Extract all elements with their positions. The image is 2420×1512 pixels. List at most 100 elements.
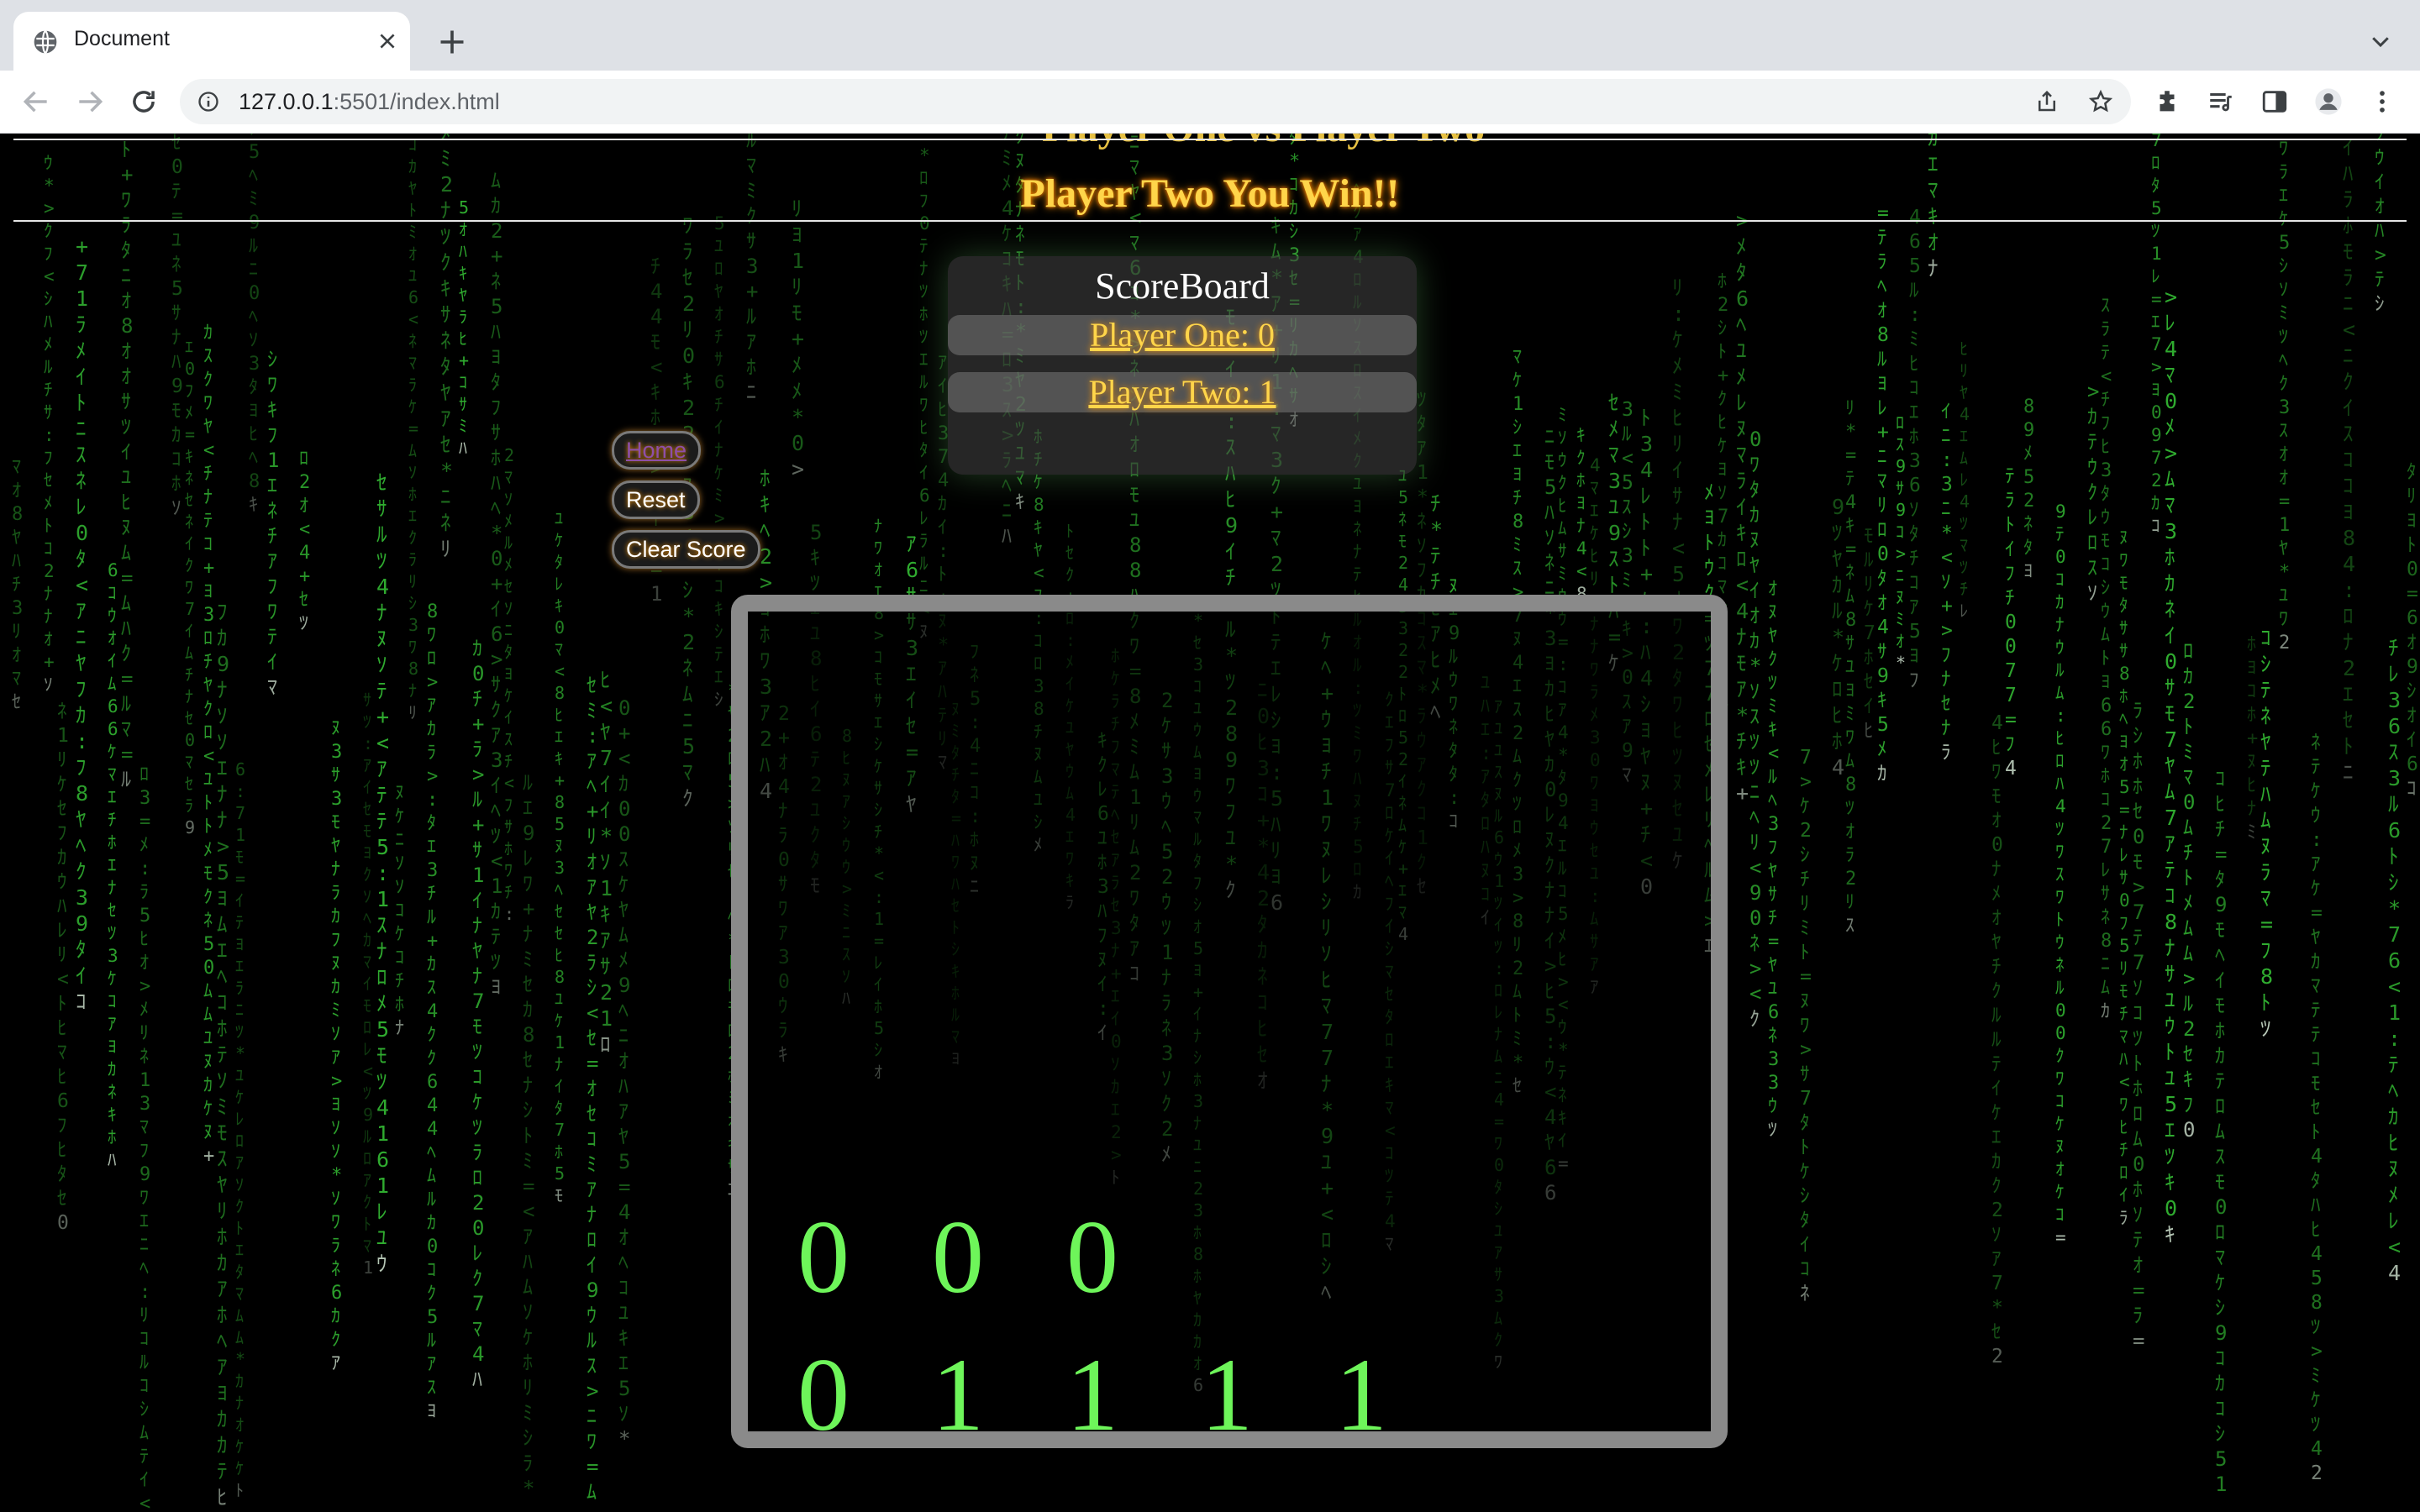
svg-text:ｶ: ｶ xyxy=(523,998,533,1021)
svg-text:ｸ: ｸ xyxy=(185,555,193,575)
svg-text:ﾓ: ﾓ xyxy=(1991,785,2002,807)
board-cell[interactable]: 1 xyxy=(1294,1332,1428,1458)
svg-text::: : xyxy=(44,425,55,445)
svg-text:>: > xyxy=(2087,380,2099,403)
svg-text:ﾐ: ﾐ xyxy=(1512,535,1522,556)
svg-text:ﾎ: ﾎ xyxy=(108,1127,117,1147)
tab-search-chevron-icon[interactable] xyxy=(2368,29,2393,54)
svg-text:ﾄ: ﾄ xyxy=(523,1124,533,1147)
svg-text:1: 1 xyxy=(600,1006,613,1031)
svg-text:6: 6 xyxy=(2407,607,2418,629)
svg-text:ﾑ: ﾑ xyxy=(185,643,193,663)
svg-text:ﾑ: ﾑ xyxy=(121,591,131,615)
reset-button[interactable]: Reset xyxy=(612,480,700,519)
close-tab-icon[interactable] xyxy=(376,30,398,52)
board-cell[interactable]: 1 xyxy=(891,1332,1025,1458)
media-playlist-icon[interactable] xyxy=(2207,87,2235,116)
svg-text:ﾛ: ﾛ xyxy=(299,449,308,470)
svg-text:ｶ: ｶ xyxy=(427,719,436,740)
svg-text:9: 9 xyxy=(618,974,630,997)
svg-text:ｳ: ｳ xyxy=(57,871,67,893)
reload-icon[interactable] xyxy=(128,86,160,118)
svg-text:2: 2 xyxy=(682,630,695,654)
svg-text:ｺ: ｺ xyxy=(2101,554,2110,575)
address-bar[interactable]: 127.0.0.1:5501/index.html xyxy=(180,79,2131,124)
svg-text:ﾕ: ﾕ xyxy=(408,265,417,286)
svg-text:ﾃ: ﾃ xyxy=(1353,564,1362,585)
svg-text:ﾍ: ﾍ xyxy=(1002,474,1012,497)
player-two-score-row: Player Two: 1 xyxy=(948,372,1417,412)
board-cell[interactable]: 1 xyxy=(1160,1332,1294,1458)
svg-text:ﾕ: ﾕ xyxy=(555,989,563,1009)
svg-text:ﾐ: ﾐ xyxy=(1845,704,1854,725)
svg-text:ﾆ: ﾆ xyxy=(139,1235,149,1256)
back-icon[interactable] xyxy=(20,86,52,118)
svg-text:ﾙ: ﾙ xyxy=(249,236,258,257)
svg-text:ﾓ: ﾓ xyxy=(472,1015,482,1038)
profile-avatar-icon[interactable] xyxy=(2314,87,2343,116)
svg-text:1: 1 xyxy=(376,1121,389,1146)
svg-text:ｳ: ｳ xyxy=(2087,455,2097,479)
svg-text:ｺ: ｺ xyxy=(2215,1347,2225,1370)
rain-column: ﾑｶ2+ﾈ5ﾊﾖﾀﾌｻﾎﾊﾍ*0+ｲ6>ｻｸｱ3ｲﾍﾂ<1ｶﾃﾂﾖ xyxy=(491,169,502,999)
svg-text:ｿ: ｿ xyxy=(408,462,417,482)
board-cell[interactable]: 0 xyxy=(756,1194,891,1320)
svg-text:ｱ: ｱ xyxy=(1736,677,1747,701)
svg-text:+: + xyxy=(792,327,804,351)
forward-icon[interactable] xyxy=(74,86,106,118)
bookmark-star-icon[interactable] xyxy=(2088,89,2113,114)
board-cell[interactable]: 0 xyxy=(756,1332,891,1458)
svg-text:ｹ: ｹ xyxy=(714,463,723,483)
svg-text:>: > xyxy=(1800,771,1812,793)
svg-text:ｶ: ｶ xyxy=(76,703,87,727)
browser-tab[interactable]: Document xyxy=(13,12,410,71)
board-cell[interactable]: 0 xyxy=(891,1194,1025,1320)
svg-text:ﾍ: ﾍ xyxy=(618,1251,629,1274)
extensions-icon[interactable] xyxy=(2153,87,2181,116)
svg-text:ﾅ: ﾅ xyxy=(919,259,929,279)
svg-text:ｲ: ｲ xyxy=(139,1470,149,1491)
clear-score-button[interactable]: Clear Score xyxy=(612,530,760,569)
svg-text:ｿ: ｿ xyxy=(331,1142,340,1163)
svg-text:ﾊ: ﾊ xyxy=(2119,1049,2128,1069)
svg-text:ﾚ: ﾚ xyxy=(2388,1209,2399,1233)
svg-text:ﾎ: ﾎ xyxy=(2101,766,2110,787)
svg-text:ｻ: ｻ xyxy=(2165,962,2175,986)
svg-text:<: < xyxy=(2343,318,2355,342)
new-tab-icon[interactable] xyxy=(437,27,467,57)
svg-text:ｵ: ｵ xyxy=(2279,444,2288,465)
svg-text:ﾁ: ﾁ xyxy=(267,524,277,548)
svg-text:ｸ: ｸ xyxy=(427,1284,436,1305)
player-one-score[interactable]: Player One: 0 xyxy=(1090,316,1275,354)
svg-text:ｶ: ｶ xyxy=(217,1407,228,1431)
svg-text:ﾓ: ﾓ xyxy=(2119,573,2128,593)
board-cell[interactable]: 0 xyxy=(1025,1194,1160,1320)
svg-text:<: < xyxy=(650,355,662,379)
svg-text:3: 3 xyxy=(427,860,438,881)
site-info-icon[interactable] xyxy=(197,90,220,113)
player-two-score[interactable]: Player Two: 1 xyxy=(1088,373,1276,411)
side-panel-icon[interactable] xyxy=(2260,87,2289,116)
share-icon[interactable] xyxy=(2034,89,2060,114)
svg-text:ﾄ: ﾄ xyxy=(1718,342,1727,363)
svg-text:3: 3 xyxy=(1909,450,1921,472)
game-board[interactable]: 0 0 0 0 1 1 1 1 xyxy=(731,595,1728,1452)
svg-text:ﾑ: ﾑ xyxy=(523,1275,533,1299)
kebab-menu-icon[interactable] xyxy=(2368,87,2396,116)
board-cell[interactable]: 1 xyxy=(1025,1332,1160,1458)
svg-text:ﾅ: ﾅ xyxy=(395,1018,404,1039)
svg-text:ﾎ: ﾎ xyxy=(171,473,182,495)
svg-text:ﾑ: ﾑ xyxy=(2260,808,2271,832)
svg-text:ﾋ: ﾋ xyxy=(600,668,611,692)
svg-text:ﾄ: ﾄ xyxy=(2183,715,2193,738)
svg-text:ｿ: ｿ xyxy=(1991,1224,2002,1246)
svg-text:ｱ: ｱ xyxy=(1909,596,1919,618)
svg-text:0: 0 xyxy=(682,344,695,368)
svg-text:ﾑ: ﾑ xyxy=(2183,916,2193,940)
svg-text:ｼ: ｼ xyxy=(1622,521,1632,543)
svg-text:=: = xyxy=(2279,491,2290,512)
svg-text:ｽ: ｽ xyxy=(427,1378,436,1399)
home-button[interactable]: Home xyxy=(612,431,702,470)
svg-text:6: 6 xyxy=(376,1147,389,1172)
svg-text:ｺ: ｺ xyxy=(2215,1397,2225,1420)
